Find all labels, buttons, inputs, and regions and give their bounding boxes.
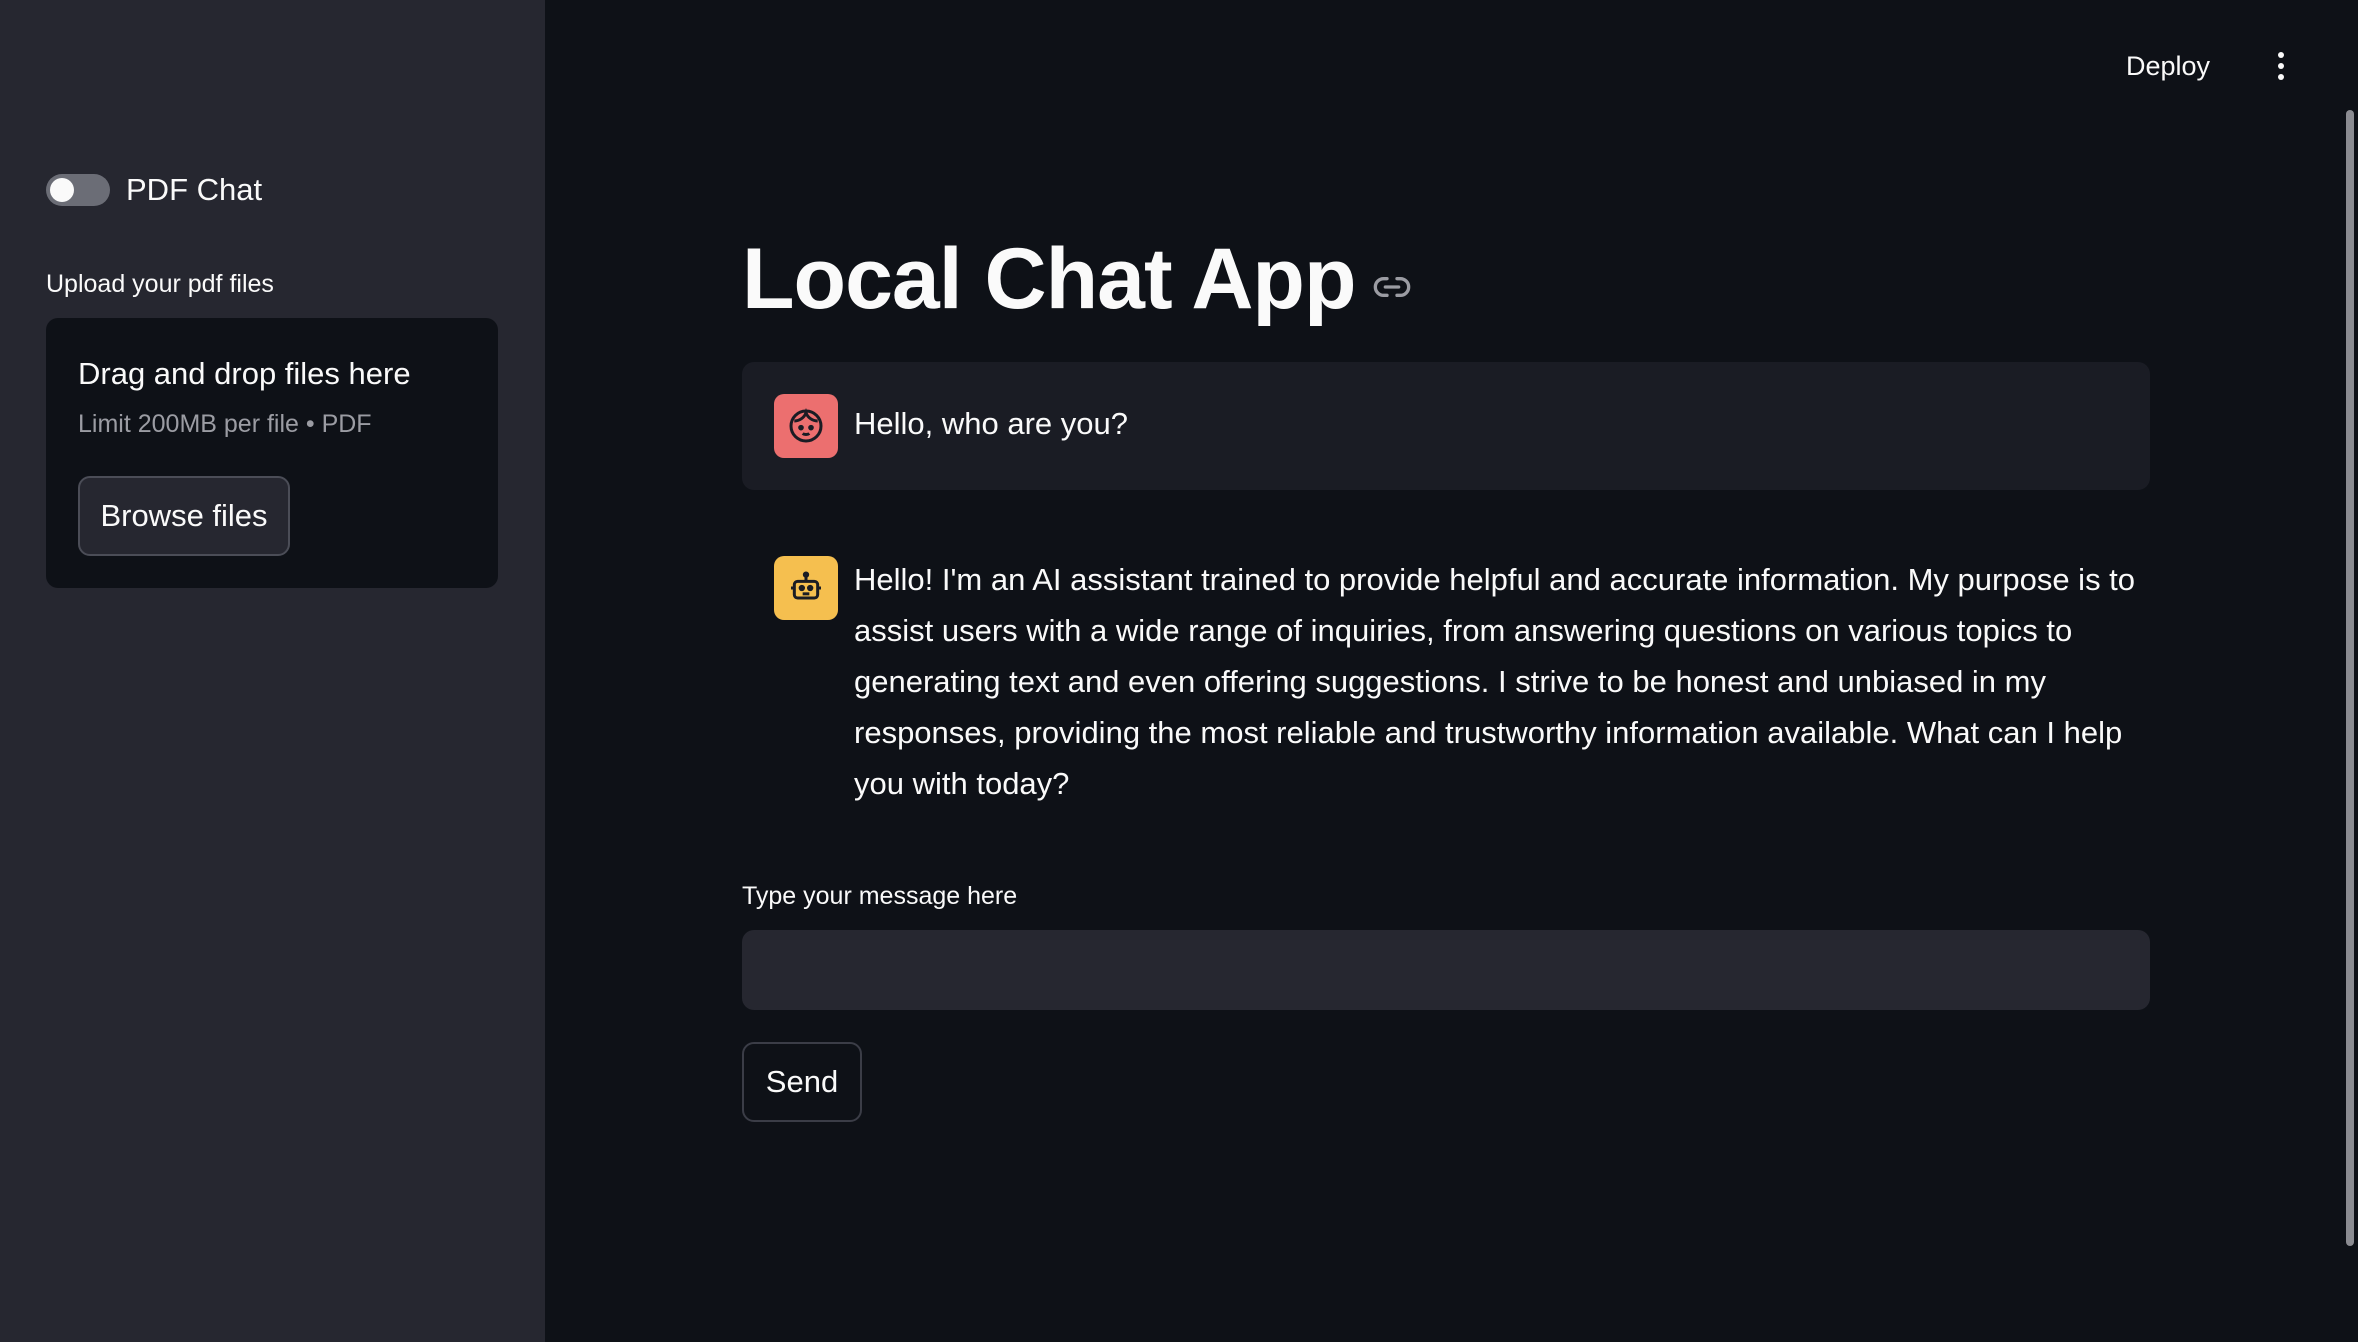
app: PDF Chat Upload your pdf files Drag and … <box>0 0 2358 1342</box>
deploy-button[interactable]: Deploy <box>2126 46 2210 86</box>
sidebar: PDF Chat Upload your pdf files Drag and … <box>0 0 545 1342</box>
scrollbar[interactable] <box>2346 110 2354 1246</box>
dropzone-limit-text: Limit 200MB per file • PDF <box>78 410 372 438</box>
pdf-chat-toggle[interactable]: PDF Chat <box>46 170 262 210</box>
upload-label: Upload your pdf files <box>46 270 274 298</box>
chat-message-assistant: Hello! I'm an AI assistant trained to pr… <box>742 540 2150 820</box>
kebab-menu-icon[interactable] <box>2266 46 2296 86</box>
page-header: Local Chat App <box>742 230 1412 329</box>
toggle-switch[interactable] <box>46 174 110 206</box>
file-dropzone[interactable]: Drag and drop files here Limit 200MB per… <box>46 318 498 588</box>
toggle-knob <box>50 178 74 202</box>
message-input[interactable] <box>742 930 2150 1010</box>
assistant-message-text: Hello! I'm an AI assistant trained to pr… <box>854 562 2136 801</box>
dropzone-title: Drag and drop files here <box>78 356 411 391</box>
robot-icon <box>774 556 838 620</box>
user-message-text: Hello, who are you? <box>854 406 1128 441</box>
message-input-label: Type your message here <box>742 882 1018 910</box>
page-title: Local Chat App <box>742 231 1356 327</box>
chat-message-user: Hello, who are you? <box>742 362 2150 490</box>
user-face-icon <box>774 394 838 458</box>
toggle-label: PDF Chat <box>126 172 263 207</box>
link-icon[interactable] <box>1372 267 1412 307</box>
send-button[interactable]: Send <box>742 1042 862 1122</box>
browse-files-button[interactable]: Browse files <box>78 476 290 556</box>
